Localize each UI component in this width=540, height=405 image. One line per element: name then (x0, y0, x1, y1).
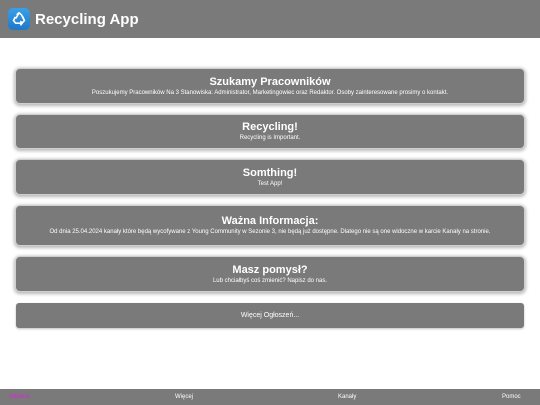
announcement-card[interactable]: Recycling! Recycling is Important. (16, 115, 524, 148)
announcement-card[interactable]: Somthing! Test App! (16, 160, 524, 194)
app-title: Recycling App (35, 10, 139, 28)
recycle-icon (8, 8, 30, 30)
announcement-title: Somthing! (242, 166, 298, 179)
nav-item-more[interactable]: Więcej (175, 389, 193, 405)
announcement-title: Recycling! (242, 121, 298, 133)
announcement-title: Szukamy Pracowników (209, 75, 331, 88)
announcement-text: Od dnia 25.04.2024 kanały które będą wyc… (49, 229, 491, 235)
announcement-text: Test App! (257, 180, 283, 187)
announcement-text: Poszukujemy Pracowników Na 3 Stanowiska:… (91, 89, 449, 96)
nav-item-home[interactable]: Główna (9, 389, 29, 405)
nav-item-help[interactable]: Pomoc (502, 389, 521, 405)
bottom-nav: Główna Więcej Kanały Pomoc (0, 389, 540, 405)
announcement-title: Ważna Informacja: (221, 215, 319, 227)
announcement-card[interactable]: Ważna Informacja: Od dnia 25.04.2024 kan… (16, 206, 524, 245)
announcement-text: Lub chciałbyś coś zmienić? Napisz do nas… (212, 277, 328, 284)
announcement-card[interactable]: Masz pomysł? Lub chciałbyś coś zmienić? … (16, 257, 524, 291)
announcements-list: Szukamy Pracowników Poszukujemy Pracowni… (16, 69, 524, 328)
more-announcements-button[interactable]: Więcej Ogłoszeń... (16, 303, 524, 328)
nav-item-channels[interactable]: Kanały (338, 389, 356, 405)
announcement-text: Recycling is Important. (239, 135, 301, 141)
announcement-title: Masz pomysł? (232, 263, 308, 276)
top-header: Recycling App (0, 0, 540, 38)
app-root: Recycling App Szukamy Pracowników Poszuk… (0, 0, 540, 405)
announcement-card[interactable]: Szukamy Pracowników Poszukujemy Pracowni… (16, 69, 524, 103)
